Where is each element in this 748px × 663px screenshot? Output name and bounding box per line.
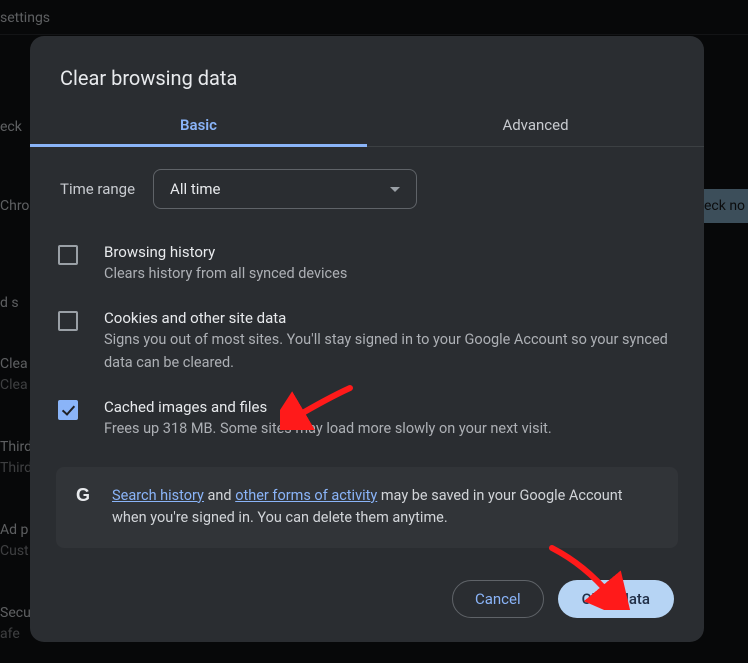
- clear-data-button[interactable]: Clear data: [558, 580, 674, 618]
- time-range-value: All time: [170, 180, 220, 198]
- dialog-actions: Cancel Clear data: [30, 562, 704, 618]
- checkbox-cookies[interactable]: [58, 311, 78, 331]
- time-range-label: Time range: [60, 180, 135, 198]
- search-history-link[interactable]: Search history: [112, 487, 204, 504]
- option-cookies: Cookies and other site data Signs you ou…: [30, 297, 704, 386]
- dialog-tabs: Basic Advanced: [30, 116, 704, 147]
- option-title: Cached images and files: [104, 398, 676, 416]
- other-activity-link[interactable]: other forms of activity: [235, 487, 377, 504]
- info-text: Search history and other forms of activi…: [112, 485, 658, 530]
- option-description: Frees up 318 MB. Some sites may load mor…: [104, 418, 676, 440]
- option-description: Signs you out of most sites. You'll stay…: [104, 329, 676, 374]
- google-icon: G: [76, 485, 90, 506]
- time-range-row: Time range All time: [30, 147, 704, 231]
- checkbox-cached-images[interactable]: [58, 400, 78, 420]
- dialog-title: Clear browsing data: [30, 36, 704, 116]
- tab-basic[interactable]: Basic: [30, 116, 367, 146]
- caret-down-icon: [390, 187, 400, 192]
- option-title: Cookies and other site data: [104, 309, 676, 327]
- tab-advanced[interactable]: Advanced: [367, 116, 704, 146]
- time-range-select[interactable]: All time: [153, 169, 417, 209]
- option-browsing-history: Browsing history Clears history from all…: [30, 231, 704, 297]
- checkbox-browsing-history[interactable]: [58, 245, 78, 265]
- google-account-info: G Search history and other forms of acti…: [56, 467, 678, 548]
- option-description: Clears history from all synced devices: [104, 263, 676, 285]
- option-cached-images: Cached images and files Frees up 318 MB.…: [30, 386, 704, 452]
- cancel-button[interactable]: Cancel: [452, 580, 544, 618]
- option-title: Browsing history: [104, 243, 676, 261]
- clear-browsing-data-dialog: Clear browsing data Basic Advanced Time …: [30, 36, 704, 642]
